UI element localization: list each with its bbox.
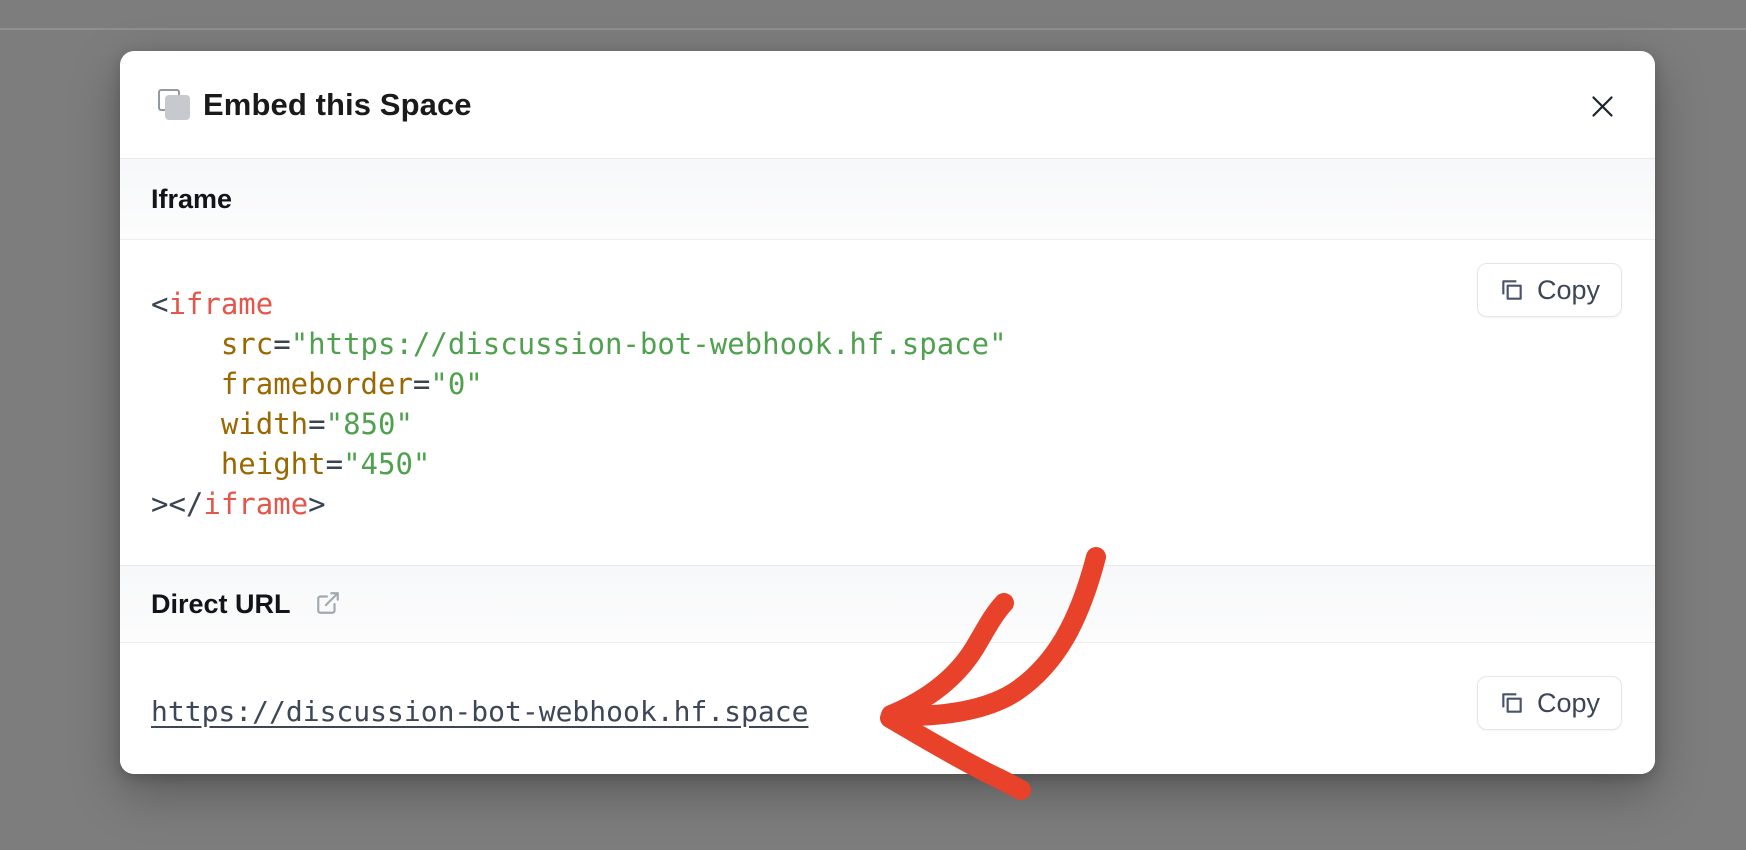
close-button[interactable] <box>1580 84 1624 128</box>
iframe-code[interactable]: <iframe src="https://discussion-bot-webh… <box>151 284 1623 524</box>
embed-space-modal: Embed this Space Iframe <iframe src="htt… <box>120 51 1655 774</box>
close-icon <box>1589 93 1616 120</box>
iframe-section-header: Iframe <box>120 158 1655 240</box>
copy-icon <box>1499 277 1525 303</box>
direct-url-row: https://discussion-bot-webhook.hf.space … <box>120 643 1655 774</box>
embed-window-icon <box>156 89 190 121</box>
direct-url-link[interactable]: https://discussion-bot-webhook.hf.space <box>151 695 808 728</box>
copy-icon <box>1499 690 1525 716</box>
external-link-icon[interactable] <box>315 590 341 616</box>
copy-button-label: Copy <box>1537 688 1600 719</box>
iframe-section-label: Iframe <box>151 184 232 215</box>
modal-header: Embed this Space <box>120 51 1655 158</box>
modal-title: Embed this Space <box>203 87 472 123</box>
backdrop-seam <box>0 28 1746 30</box>
copy-button-label: Copy <box>1537 275 1600 306</box>
iframe-code-section: <iframe src="https://discussion-bot-webh… <box>120 240 1655 565</box>
copy-iframe-code-button[interactable]: Copy <box>1477 263 1622 317</box>
direct-url-section-label: Direct URL <box>151 589 291 620</box>
copy-direct-url-button[interactable]: Copy <box>1477 676 1622 730</box>
direct-url-section-header: Direct URL <box>120 565 1655 643</box>
